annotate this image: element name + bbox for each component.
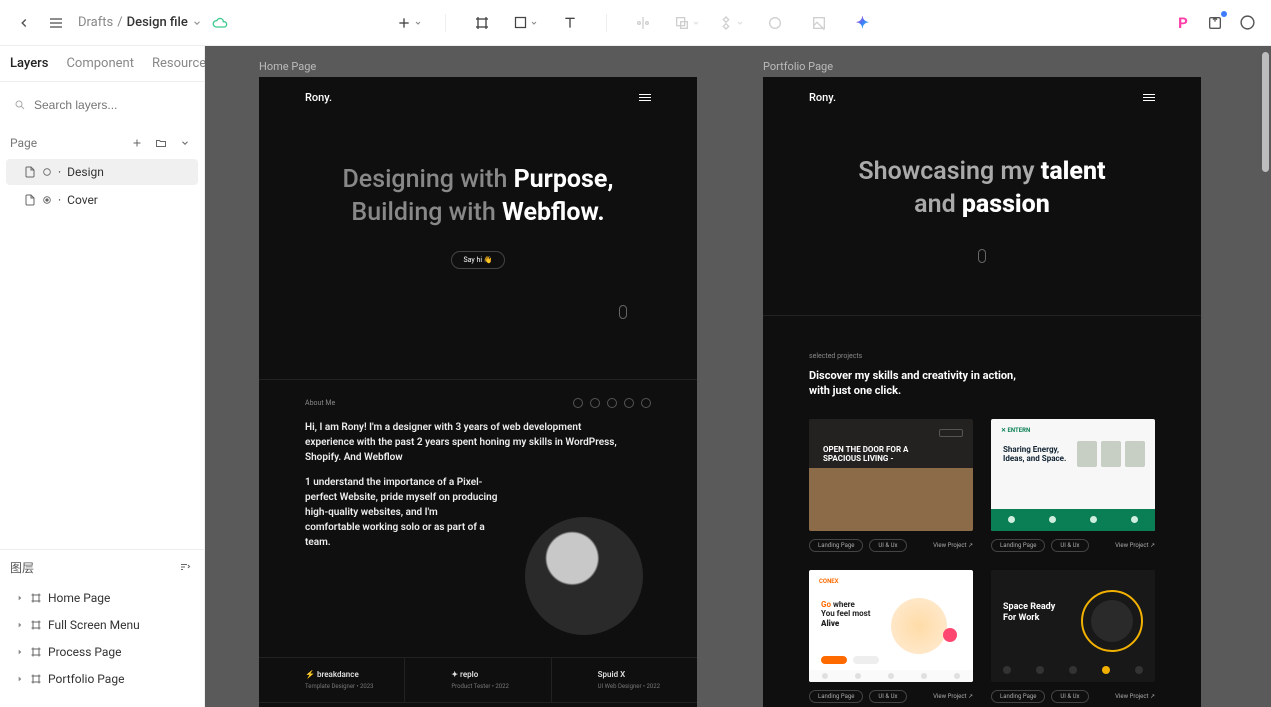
- topbar: Drafts / Design file: [0, 0, 1271, 46]
- artboard-label[interactable]: Portfolio Page: [763, 60, 1201, 73]
- page-section-label: Page: [10, 136, 37, 150]
- avatar: [525, 517, 643, 635]
- chevron-down-icon[interactable]: [192, 18, 202, 28]
- tag: UI & Ux: [1051, 690, 1088, 703]
- layer-item[interactable]: Portfolio Page: [6, 666, 198, 692]
- shape-tool-icon[interactable]: [512, 9, 540, 37]
- tag: Landing Page: [991, 539, 1045, 552]
- page-icon: [24, 166, 36, 178]
- image-tool-icon[interactable]: [805, 9, 833, 37]
- help-icon[interactable]: [1233, 9, 1261, 37]
- hero-heading: Designing with Purpose, Building with We…: [289, 164, 667, 229]
- canvas[interactable]: Home Page Rony. Designing with Purpose, …: [205, 46, 1271, 707]
- layer-item[interactable]: Process Page: [6, 639, 198, 665]
- tab-layers[interactable]: Layers: [10, 56, 48, 81]
- chevron-right-icon: [16, 621, 24, 629]
- tag: UI & Ux: [869, 690, 906, 703]
- projects-intro: Discover my skills and creativity in act…: [809, 368, 1039, 399]
- align-tool-icon[interactable]: [629, 9, 657, 37]
- layer-name: Process Page: [48, 645, 122, 659]
- logo: Rony.: [809, 91, 836, 104]
- page-name: Cover: [67, 193, 98, 207]
- breadcrumb[interactable]: Drafts / Design file: [78, 15, 202, 30]
- chevron-right-icon: [16, 675, 24, 683]
- radio-icon: [42, 167, 52, 177]
- cta-button: Say hi 👋: [451, 251, 506, 269]
- cloud-sync-icon[interactable]: [206, 9, 234, 37]
- back-icon[interactable]: [10, 9, 38, 37]
- layer-name: Portfolio Page: [48, 672, 124, 686]
- frame-icon: [30, 592, 42, 604]
- about-text-2: 1 understand the importance of a Pixel- …: [305, 475, 505, 635]
- sidebar: Layers Component Resource Page · Design: [0, 46, 205, 707]
- page-icon: [24, 194, 36, 206]
- artboard-portfolio[interactable]: Rony. Showcasing my talent and passion s…: [763, 77, 1201, 707]
- tag: UI & Ux: [1051, 539, 1088, 552]
- scroll-indicator-icon: [619, 305, 627, 319]
- share-icon[interactable]: [1201, 9, 1229, 37]
- search-icon: [14, 99, 26, 111]
- about-text: Hi, I am Rony! I'm a designer with 3 yea…: [305, 420, 651, 465]
- chevron-right-icon: [16, 648, 24, 656]
- frame-icon: [30, 646, 42, 658]
- tag: UI & Ux: [869, 539, 906, 552]
- view-link: View Project ↗: [1115, 542, 1155, 549]
- artboard-home[interactable]: Rony. Designing with Purpose, Building w…: [259, 77, 697, 707]
- tag: Landing Page: [809, 690, 863, 703]
- layer-name: Home Page: [48, 591, 110, 605]
- boolean-tool-icon[interactable]: [673, 9, 701, 37]
- search-input[interactable]: [10, 92, 194, 118]
- menu-icon: [639, 94, 651, 101]
- tab-resource[interactable]: Resource: [152, 56, 206, 81]
- project-card: OPEN THE DOOR FOR ASPACIOUS LIVING - Lan…: [809, 419, 973, 552]
- project-card: Space ReadyFor Work Landing Page UI & Ux…: [991, 570, 1155, 703]
- artboard-label[interactable]: Home Page: [259, 60, 697, 73]
- experience-row: ⚡ breakdanceTemplate Designer • 2023 ✦ r…: [259, 657, 697, 703]
- folder-icon[interactable]: [152, 134, 170, 152]
- frame-icon: [30, 619, 42, 631]
- scroll-indicator-icon: [978, 249, 986, 263]
- component-tool-icon[interactable]: [717, 9, 745, 37]
- tab-component[interactable]: Component: [66, 56, 134, 81]
- tag: Landing Page: [991, 690, 1045, 703]
- page-item-cover[interactable]: · Cover: [6, 187, 198, 213]
- menu-icon[interactable]: [42, 9, 70, 37]
- radio-filled-icon: [42, 195, 52, 205]
- menu-icon: [1143, 94, 1155, 101]
- social-icons: [573, 398, 651, 408]
- plugin-icon[interactable]: P: [1169, 9, 1197, 37]
- view-link: View Project ↗: [933, 693, 973, 700]
- chevron-right-icon: [16, 594, 24, 602]
- layer-item[interactable]: Home Page: [6, 585, 198, 611]
- tag: Landing Page: [809, 539, 863, 552]
- breadcrumb-root: Drafts: [78, 15, 113, 30]
- add-page-icon[interactable]: [128, 134, 146, 152]
- page-name: Design: [67, 165, 104, 179]
- project-card: ✕ ENTERN Sharing Energy,Ideas, and Space…: [991, 419, 1155, 552]
- logo: Rony.: [305, 91, 332, 104]
- about-label: About Me: [305, 399, 335, 407]
- ai-tool-icon[interactable]: ✦: [849, 9, 877, 37]
- sort-icon[interactable]: [176, 558, 194, 576]
- frame-tool-icon[interactable]: [468, 9, 496, 37]
- add-icon[interactable]: [395, 9, 423, 37]
- mask-tool-icon[interactable]: [761, 9, 789, 37]
- frame-icon: [30, 673, 42, 685]
- scrollbar[interactable]: [1262, 52, 1269, 172]
- view-link: View Project ↗: [933, 542, 973, 549]
- text-tool-icon[interactable]: [556, 9, 584, 37]
- hero-heading: Showcasing my talent and passion: [793, 156, 1171, 221]
- projects-label: selected projects: [809, 352, 1155, 360]
- view-link: View Project ↗: [1115, 693, 1155, 700]
- collapse-icon[interactable]: [176, 134, 194, 152]
- project-card: CONEX Go whereYou feel mostAlive: [809, 570, 973, 703]
- layers-panel-label: 图层: [10, 559, 34, 576]
- layer-item[interactable]: Full Screen Menu: [6, 612, 198, 638]
- layer-name: Full Screen Menu: [48, 618, 140, 632]
- page-item-design[interactable]: · Design: [6, 159, 198, 185]
- breadcrumb-file[interactable]: Design file: [127, 15, 188, 30]
